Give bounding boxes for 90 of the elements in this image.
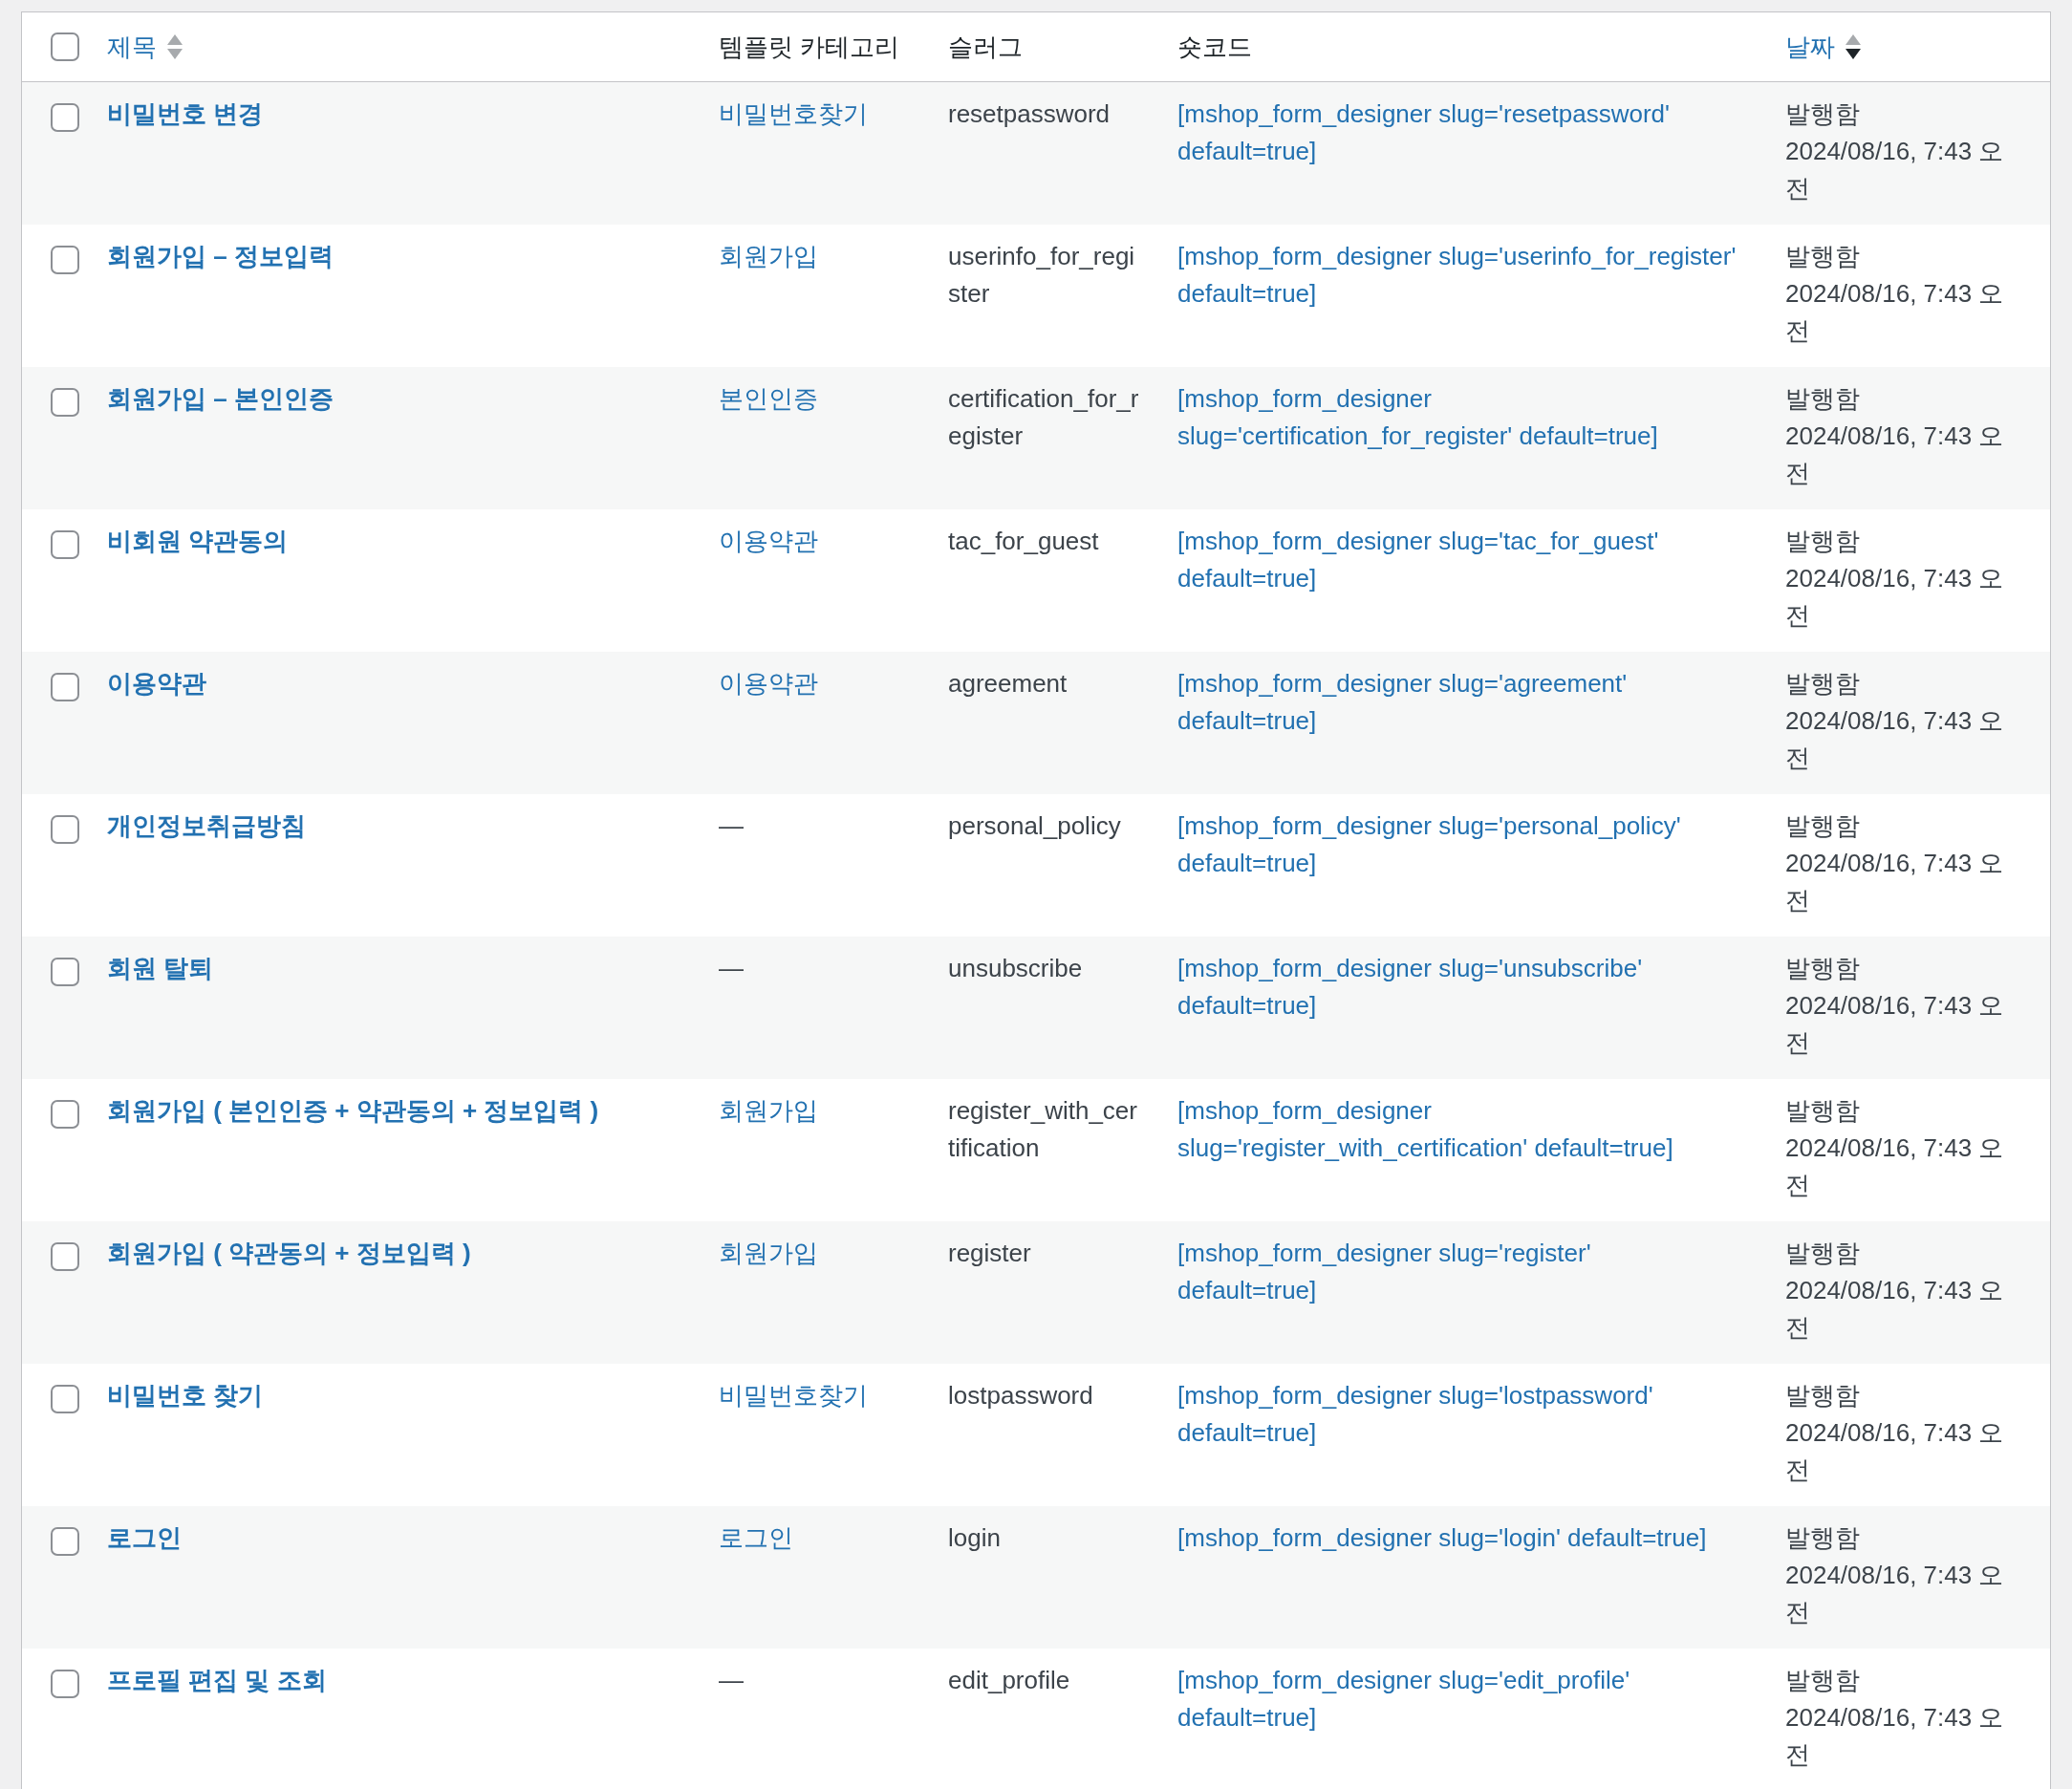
- column-header-link[interactable]: 날짜: [1785, 30, 1862, 64]
- status-text: 발행함: [1785, 241, 1861, 272]
- category-link[interactable]: 이용약관: [719, 669, 818, 698]
- shortcode-text: [mshop_form_designer slug='tac_for_guest' default=true]: [1177, 526, 1660, 594]
- date-text: 2024/08/16, 7:43 오전: [1785, 136, 2005, 205]
- shortcode-text: [mshop_form_designer slug='edit_profile' default=true]: [1177, 1665, 1631, 1734]
- date-text: 2024/08/16, 7:43 오전: [1785, 278, 2005, 347]
- slug-text: tac_for_guest: [948, 526, 1100, 557]
- date-text: 2024/08/16, 7:43 오전: [1785, 1417, 2005, 1486]
- slug-text: register: [948, 1238, 1032, 1269]
- date-text: 2024/08/16, 7:43 오전: [1785, 563, 2005, 632]
- category-link[interactable]: 로그인: [719, 1523, 793, 1552]
- slug-text: login: [948, 1522, 1002, 1554]
- status-text: 발행함: [1785, 1380, 1861, 1412]
- empty-category-dash: —: [719, 1666, 744, 1694]
- status-text: 발행함: [1785, 953, 1861, 984]
- status-text: 발행함: [1785, 1522, 1861, 1554]
- shortcode-text: [mshop_form_designer slug='agreement' default=true]: [1177, 668, 1629, 737]
- status-text: 발행함: [1785, 1665, 1861, 1696]
- date-text: 2024/08/16, 7:43 오전: [1785, 705, 2005, 774]
- title-link[interactable]: 프로필 편집 및 조회: [107, 1666, 327, 1694]
- title-link[interactable]: 회원 탈퇴: [107, 954, 214, 982]
- slug-text: userinfo_for_register: [948, 241, 1136, 310]
- date-text: 2024/08/16, 7:43 오전: [1785, 1560, 2005, 1628]
- shortcode-text: [mshop_form_designer slug='personal_policy' default=true]: [1177, 810, 1682, 879]
- category-link[interactable]: 비밀번호찾기: [719, 1381, 868, 1410]
- column-header: 슬러그: [948, 31, 1023, 63]
- title-link[interactable]: 로그인: [107, 1523, 182, 1552]
- date-text: 2024/08/16, 7:43 오전: [1785, 990, 2005, 1059]
- title-link[interactable]: 이용약관: [107, 669, 206, 698]
- status-text: 발행함: [1785, 383, 1861, 415]
- empty-category-dash: —: [719, 811, 744, 840]
- title-link[interactable]: 회원가입 – 본인인증: [107, 384, 334, 413]
- column-header: 숏코드: [1177, 31, 1252, 63]
- status-text: 발행함: [1785, 98, 1861, 130]
- shortcode-text: [mshop_form_designer slug='userinfo_for_register' default=true]: [1177, 241, 1737, 310]
- slug-text: resetpassword: [948, 98, 1112, 130]
- row-checkbox[interactable]: [51, 958, 79, 986]
- title-link[interactable]: 비밀번호 변경: [107, 99, 264, 128]
- row-checkbox[interactable]: [51, 103, 79, 132]
- shortcode-text: [mshop_form_designer slug='lostpassword' default=true]: [1177, 1380, 1654, 1449]
- row-checkbox[interactable]: [51, 673, 79, 701]
- shortcode-text: [mshop_form_designer slug='register' default=true]: [1177, 1238, 1592, 1306]
- category-link[interactable]: 본인인증: [719, 384, 818, 413]
- column-header-link[interactable]: 제목: [107, 30, 183, 64]
- column-header: 템플릿 카테고리: [719, 31, 900, 63]
- status-text: 발행함: [1785, 1238, 1861, 1269]
- slug-text: agreement: [948, 668, 1068, 700]
- row-checkbox[interactable]: [51, 1242, 79, 1271]
- title-link[interactable]: 회원가입 – 정보입력: [107, 242, 334, 270]
- title-link[interactable]: 개인정보취급방침: [107, 811, 306, 840]
- slug-text: personal_policy: [948, 810, 1122, 842]
- category-link[interactable]: 회원가입: [719, 1096, 818, 1125]
- shortcode-text: [mshop_form_designer slug='register_with_certification' default=true]: [1177, 1095, 1674, 1164]
- title-link[interactable]: 회원가입 ( 약관동의 + 정보입력 ): [107, 1239, 471, 1267]
- date-text: 2024/08/16, 7:43 오전: [1785, 848, 2005, 916]
- empty-category-dash: —: [719, 954, 744, 982]
- row-checkbox[interactable]: [51, 1385, 79, 1413]
- category-link[interactable]: 비밀번호찾기: [719, 99, 868, 128]
- slug-text: edit_profile: [948, 1665, 1071, 1696]
- title-link[interactable]: 회원가입 ( 본인인증 + 약관동의 + 정보입력 ): [107, 1096, 599, 1125]
- category-link[interactable]: 이용약관: [719, 527, 818, 555]
- status-text: 발행함: [1785, 810, 1861, 842]
- row-checkbox[interactable]: [51, 388, 79, 417]
- status-text: 발행함: [1785, 526, 1861, 557]
- row-checkbox[interactable]: [51, 246, 79, 274]
- date-text: 2024/08/16, 7:43 오전: [1785, 1702, 2005, 1771]
- shortcode-text: [mshop_form_designer slug='unsubscribe' default=true]: [1177, 953, 1644, 1022]
- date-text: 2024/08/16, 7:43 오전: [1785, 420, 2005, 489]
- row-checkbox[interactable]: [51, 530, 79, 559]
- title-link[interactable]: 비밀번호 찾기: [107, 1381, 264, 1410]
- row-checkbox[interactable]: [51, 1527, 79, 1556]
- select-all-checkbox[interactable]: [51, 32, 79, 61]
- slug-text: lostpassword: [948, 1380, 1094, 1412]
- category-link[interactable]: 회원가입: [719, 1239, 818, 1267]
- row-checkbox[interactable]: [51, 1670, 79, 1698]
- slug-text: register_with_certification: [948, 1095, 1138, 1164]
- slug-text: certification_for_register: [948, 383, 1139, 452]
- shortcode-text: [mshop_form_designer slug='certification_for_register' default=true]: [1177, 383, 1659, 452]
- date-text: 2024/08/16, 7:43 오전: [1785, 1132, 2005, 1201]
- row-checkbox[interactable]: [51, 1100, 79, 1129]
- status-text: 발행함: [1785, 668, 1861, 700]
- date-text: 2024/08/16, 7:43 오전: [1785, 1275, 2005, 1344]
- title-link[interactable]: 비회원 약관동의: [107, 527, 289, 555]
- shortcode-text: [mshop_form_designer slug='resetpassword' default=true]: [1177, 98, 1672, 167]
- category-link[interactable]: 회원가입: [719, 242, 818, 270]
- row-checkbox[interactable]: [51, 815, 79, 844]
- status-text: 발행함: [1785, 1095, 1861, 1127]
- shortcode-text: [mshop_form_designer slug='login' default=true]: [1177, 1522, 1708, 1554]
- slug-text: unsubscribe: [948, 953, 1084, 984]
